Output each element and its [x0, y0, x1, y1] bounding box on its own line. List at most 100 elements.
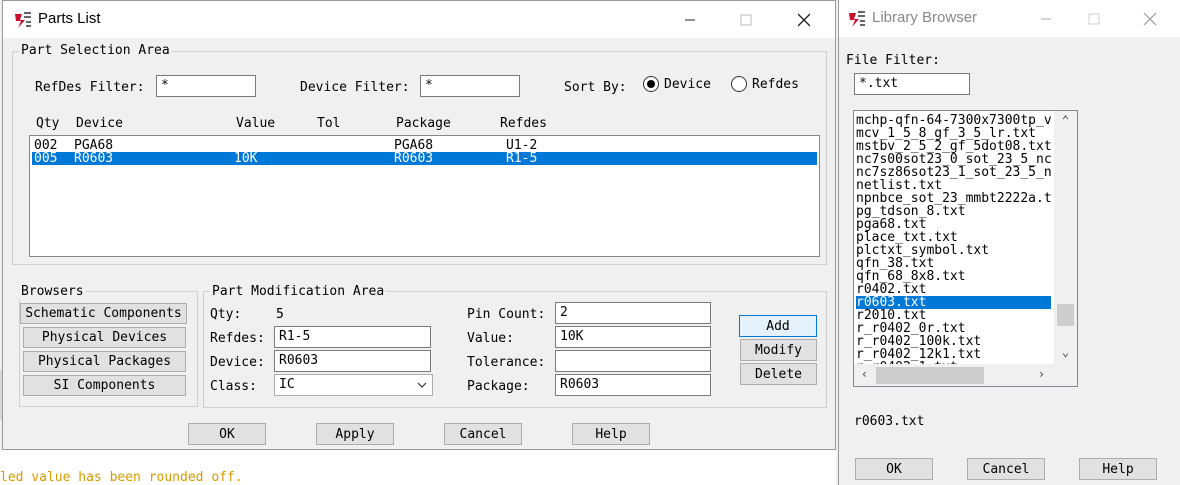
class-select[interactable]: IC [274, 374, 433, 396]
sort-refdes-label[interactable]: Refdes [752, 77, 799, 92]
file-list-item[interactable]: netlist.txt [856, 179, 1051, 192]
package-label: Package: [467, 379, 530, 394]
radio-selected-dot [647, 80, 655, 88]
maximize-icon[interactable] [1071, 0, 1117, 37]
file-list[interactable]: mchp-qfn-64-7300x7300tp_v mcv_1_5_8_gf_3_… [853, 110, 1078, 387]
library-browser-titlebar[interactable]: Library Browser [839, 0, 1180, 37]
refdes-label: Refdes: [210, 331, 265, 346]
qty-value: 5 [276, 307, 284, 322]
class-select-value: IC [279, 377, 295, 392]
help-button[interactable]: Help [572, 423, 650, 445]
parts-list-titlebar[interactable]: Parts List [3, 1, 835, 38]
scroll-up-icon[interactable]: ⌃ [1057, 113, 1074, 127]
file-list-item[interactable]: nc7s00sot23_0_sot_23_5_nc [856, 153, 1051, 166]
file-list-item[interactable]: qfn_38.txt [856, 257, 1051, 270]
file-list-item[interactable]: pg_tdson_8.txt [856, 205, 1051, 218]
si-components-button[interactable]: SI Components [23, 375, 186, 396]
horizontal-scroll-thumb[interactable] [876, 367, 984, 384]
file-filter-input[interactable]: *.txt [854, 73, 970, 95]
app-logo-icon [15, 12, 31, 28]
sort-device-label[interactable]: Device [664, 77, 711, 92]
scroll-down-icon[interactable]: ⌄ [1057, 345, 1074, 359]
device-label: Device: [210, 355, 265, 370]
delete-button[interactable]: Delete [740, 363, 817, 385]
file-list-item[interactable]: pga68.txt [856, 218, 1051, 231]
pin-count-input[interactable]: 2 [555, 302, 711, 324]
column-header-qty: Qty [36, 116, 60, 131]
sort-by-label: Sort By: [564, 80, 627, 95]
vertical-scrollbar[interactable]: ⌃ ⌄ [1054, 111, 1077, 364]
selected-file-display: r0603.txt [854, 414, 925, 429]
package-input[interactable]: R0603 [555, 374, 711, 396]
file-list-item[interactable]: r_r0402_0r.txt [856, 322, 1051, 335]
file-rows: mchp-qfn-64-7300x7300tp_v mcv_1_5_8_gf_3_… [854, 111, 1054, 364]
vertical-scroll-thumb[interactable] [1057, 304, 1074, 326]
schematic-components-button[interactable]: Schematic Components [20, 303, 187, 324]
file-list-item[interactable]: plctxt_symbol.txt [856, 244, 1051, 257]
column-header-package: Package [396, 116, 451, 131]
cell-value: 10K [234, 151, 258, 166]
close-icon[interactable] [1127, 0, 1173, 37]
class-label: Class: [210, 379, 257, 394]
physical-packages-button[interactable]: Physical Packages [23, 351, 186, 372]
column-header-tol: Tol [317, 116, 341, 131]
file-filter-label: File Filter: [846, 53, 940, 68]
cancel-button[interactable]: Cancel [444, 423, 522, 445]
window-title: Library Browser [872, 9, 978, 26]
library-cancel-button[interactable]: Cancel [967, 458, 1045, 480]
parts-list-window: Parts List Part Selection Area RefDes Fi… [2, 0, 836, 450]
console-message: led value has been rounded off. [0, 470, 243, 485]
file-list-item[interactable]: nc7sz86sot23_1_sot_23_5_n [856, 166, 1051, 179]
refdes-input[interactable]: R1-5 [274, 326, 431, 348]
library-help-button[interactable]: Help [1079, 458, 1157, 480]
file-list-item[interactable]: r0402.txt [856, 283, 1051, 296]
file-list-item[interactable]: mchp-qfn-64-7300x7300tp_v [856, 114, 1051, 127]
window-title: Parts List [38, 10, 101, 27]
modify-button[interactable]: Modify [740, 339, 817, 361]
library-browser-window: Library Browser File Filter: *.txt mchp-… [838, 0, 1180, 485]
scroll-right-icon[interactable]: › [1033, 367, 1050, 381]
minimize-icon[interactable] [667, 1, 713, 38]
file-list-item[interactable]: r_r0402_100k.txt [856, 335, 1051, 348]
column-header-device: Device [76, 116, 123, 131]
file-list-item[interactable]: mstbv_2_5_2_gf_5dot08.txt [856, 140, 1051, 153]
minimize-icon[interactable] [1023, 0, 1069, 37]
file-list-item[interactable]: r_r0402_12k1.txt [856, 348, 1051, 361]
apply-button[interactable]: Apply [316, 423, 394, 445]
column-header-value: Value [236, 116, 276, 131]
add-button[interactable]: Add [739, 315, 817, 337]
refdes-filter-input[interactable]: * [156, 75, 256, 97]
app-logo-icon [849, 11, 865, 27]
device-filter-label: Device Filter: [300, 80, 410, 95]
qty-label: Qty: [210, 307, 242, 322]
refdes-filter-label: RefDes Filter: [35, 80, 145, 95]
physical-devices-button[interactable]: Physical Devices [23, 327, 186, 348]
cell-refdes: R1-5 [506, 151, 538, 166]
table-row-selected[interactable]: 005 R0603 10K R0603 R1-5 [32, 152, 817, 165]
file-list-item[interactable]: qfn_68_8x8.txt [856, 270, 1051, 283]
maximize-icon[interactable] [723, 1, 769, 38]
file-list-item-selected[interactable]: r0603.txt [856, 296, 1051, 309]
parts-list[interactable]: 002 PGA68 PGA68 U1-2 005 R0603 10K R0603… [29, 135, 820, 257]
sort-device-radio[interactable] [643, 76, 659, 92]
device-filter-input[interactable]: * [420, 75, 520, 97]
part-selection-group-label: Part Selection Area [19, 43, 172, 58]
horizontal-scrollbar[interactable]: ‹ › [854, 364, 1077, 386]
scroll-left-icon[interactable]: ‹ [856, 367, 873, 381]
ok-button[interactable]: OK [188, 423, 266, 445]
chevron-down-icon [417, 382, 427, 388]
file-list-item[interactable]: place_txt.txt [856, 231, 1051, 244]
file-list-item[interactable]: mcv_1_5_8_gf_3_5_lr.txt [856, 127, 1051, 140]
file-list-item[interactable]: r2010.txt [856, 309, 1051, 322]
file-list-item[interactable]: npnbce_sot_23_mmbt2222a.t [856, 192, 1051, 205]
sort-refdes-radio[interactable] [731, 76, 747, 92]
tolerance-input[interactable] [555, 350, 711, 372]
device-input[interactable]: R0603 [274, 350, 431, 372]
tolerance-label: Tolerance: [467, 355, 546, 370]
browsers-group-label: Browsers [19, 284, 86, 299]
close-icon[interactable] [781, 1, 827, 38]
value-input[interactable]: 10K [555, 326, 711, 348]
column-header-refdes: Refdes [500, 116, 547, 131]
library-ok-button[interactable]: OK [855, 458, 933, 480]
cell-qty: 005 [34, 151, 58, 166]
